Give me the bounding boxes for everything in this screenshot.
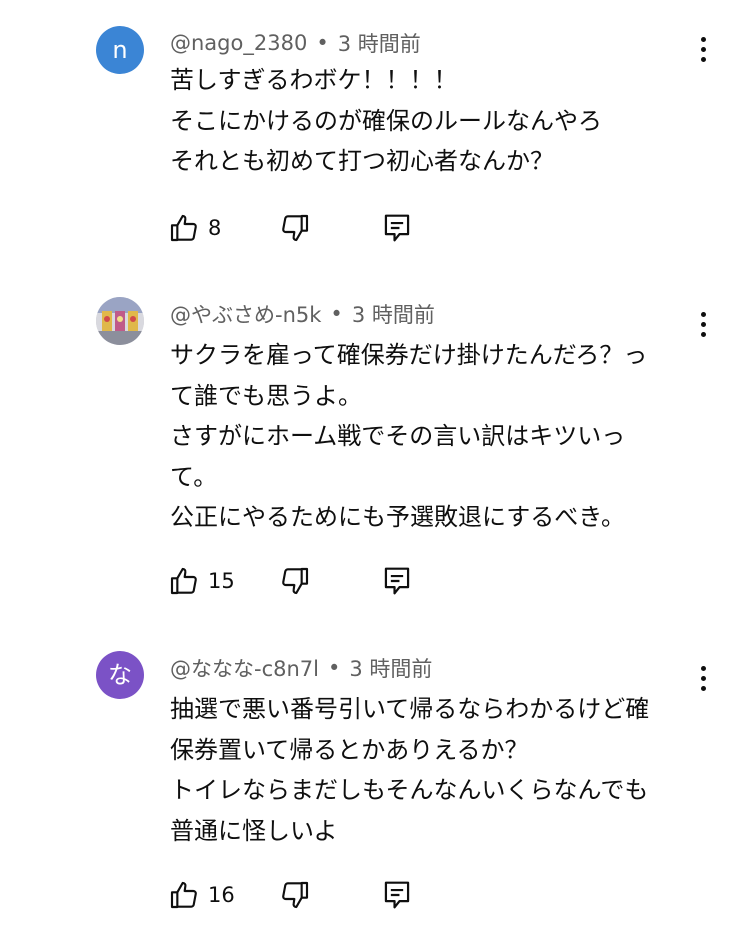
dislike-button[interactable] [279,210,311,246]
thumb-up-icon [170,567,197,595]
comment-text: 抽選で悪い番号引いて帰るならわかるけど確 保券置いて帰るとかありえるか？ トイレ… [170,689,700,851]
avatar[interactable]: な [96,651,144,699]
comment-actions: 15 [168,563,428,599]
like-count: 15 [208,569,235,593]
author-handle[interactable]: @ななな-c8n7l [170,653,319,683]
like-button[interactable]: 8 [168,210,221,246]
comment-line: て誰でも思うよ。 [170,381,362,410]
comment-line: トイレならまだしもそんなんいくらなんでも [170,776,649,804]
dislike-button[interactable] [279,877,311,913]
comment-line: 苦しすぎるわボケ！！！！ [170,66,458,94]
comment-line: 公正にやるためにも予選敗退にするべき。 [170,503,626,531]
comment-line: そこにかけるのが確保のルールなんやろ [170,106,602,135]
comment-line: さすがにホーム戦でその言い訳はキツいっ [170,422,626,450]
thumb-down-icon [282,567,309,595]
comment-time[interactable]: 3 時間前 [338,28,421,58]
dislike-button[interactable] [279,563,311,599]
avatar[interactable] [96,297,144,345]
reply-comment-icon [384,214,410,242]
comment-meta: @nago_2380 • 3 時間前 [170,26,421,60]
meta-separator: • [328,656,341,680]
thumb-up-icon [170,881,197,909]
like-button[interactable]: 15 [168,563,235,599]
comment-time[interactable]: 3 時間前 [349,653,432,683]
reply-comment-icon [384,567,410,595]
like-count: 8 [208,216,222,240]
avatar-image-icon [96,297,144,345]
meta-separator: • [330,302,343,326]
thumb-up-icon [170,214,197,242]
comment-text: サクラを雇って確保券だけ掛けたんだろ？っ て誰でも思うよ。 さすがにホーム戦でそ… [170,335,700,538]
comment-line: サクラを雇って確保券だけ掛けたんだろ？っ [170,341,648,369]
like-button[interactable]: 16 [168,877,235,913]
comment-line: 普通に怪しいよ [170,816,338,845]
like-count: 16 [208,883,235,907]
comments-list: n @nago_2380 • 3 時間前 苦しすぎるわボケ！！！！ そこにかける… [0,0,750,936]
comment-line: 保券置いて帰るとかありえるか？ [170,735,529,764]
reply-button[interactable] [382,563,412,599]
avatar-letter: n [112,36,128,64]
comment-text: 苦しすぎるわボケ！！！！ そこにかけるのが確保のルールなんやろ それとも初めて打… [170,60,700,182]
reply-button[interactable] [382,210,412,246]
comment-meta: @ななな-c8n7l • 3 時間前 [170,651,432,685]
comment-time[interactable]: 3 時間前 [352,299,435,329]
comment-line: 抽選で悪い番号引いて帰るならわかるけど確 [170,695,650,723]
avatar[interactable]: n [96,26,144,74]
thumb-down-icon [282,881,309,909]
comment-line: それとも初めて打つ初心者なんか？ [170,147,554,175]
comment-actions: 8 [168,210,428,246]
comment-actions: 16 [168,877,428,913]
reply-button[interactable] [382,877,412,913]
meta-separator: • [316,31,329,55]
avatar-letter: な [108,661,132,689]
comment-meta: @やぶさめ-n5k • 3 時間前 [170,297,435,331]
thumb-down-icon [282,214,309,242]
comment-line: て。 [170,462,218,491]
author-handle[interactable]: @nago_2380 [170,31,307,55]
author-handle[interactable]: @やぶさめ-n5k [170,299,321,329]
reply-comment-icon [384,881,410,909]
